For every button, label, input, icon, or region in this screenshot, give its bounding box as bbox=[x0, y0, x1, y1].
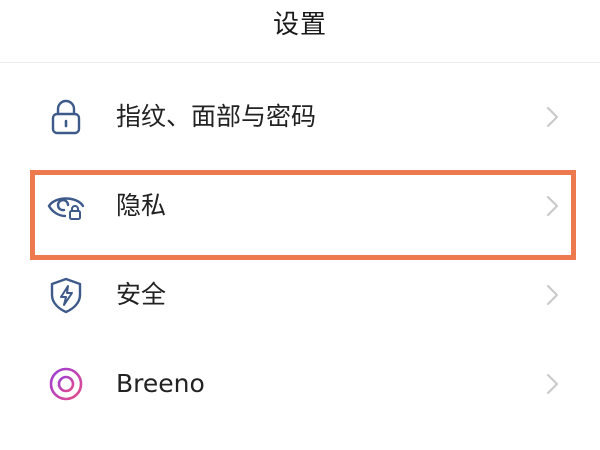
settings-item-label: 隐私 bbox=[116, 191, 167, 220]
settings-item-breeno[interactable]: Breeno bbox=[0, 339, 600, 429]
chevron-right-icon bbox=[540, 372, 564, 396]
shield-bolt-icon bbox=[46, 275, 86, 315]
settings-item-label: Breeno bbox=[116, 369, 205, 398]
settings-screen: 设置 指纹、面部与密码 隐私 安全 Breeno bbox=[0, 0, 600, 450]
header: 设置 bbox=[0, 0, 600, 62]
settings-item-privacy[interactable]: 隐私 bbox=[0, 161, 600, 251]
settings-item-label: 指纹、面部与密码 bbox=[116, 102, 317, 131]
page-title: 设置 bbox=[272, 9, 327, 40]
chevron-right-icon bbox=[540, 194, 564, 218]
breeno-ring-icon bbox=[46, 364, 86, 404]
privacy-eye-lock-icon bbox=[46, 186, 86, 226]
settings-item-label: 安全 bbox=[116, 280, 167, 309]
chevron-right-icon bbox=[540, 283, 564, 307]
header-divider bbox=[0, 62, 600, 63]
settings-item-fingerprint-face-password[interactable]: 指纹、面部与密码 bbox=[0, 72, 600, 162]
settings-item-security[interactable]: 安全 bbox=[0, 250, 600, 340]
chevron-right-icon bbox=[540, 105, 564, 129]
lock-icon bbox=[46, 97, 86, 137]
